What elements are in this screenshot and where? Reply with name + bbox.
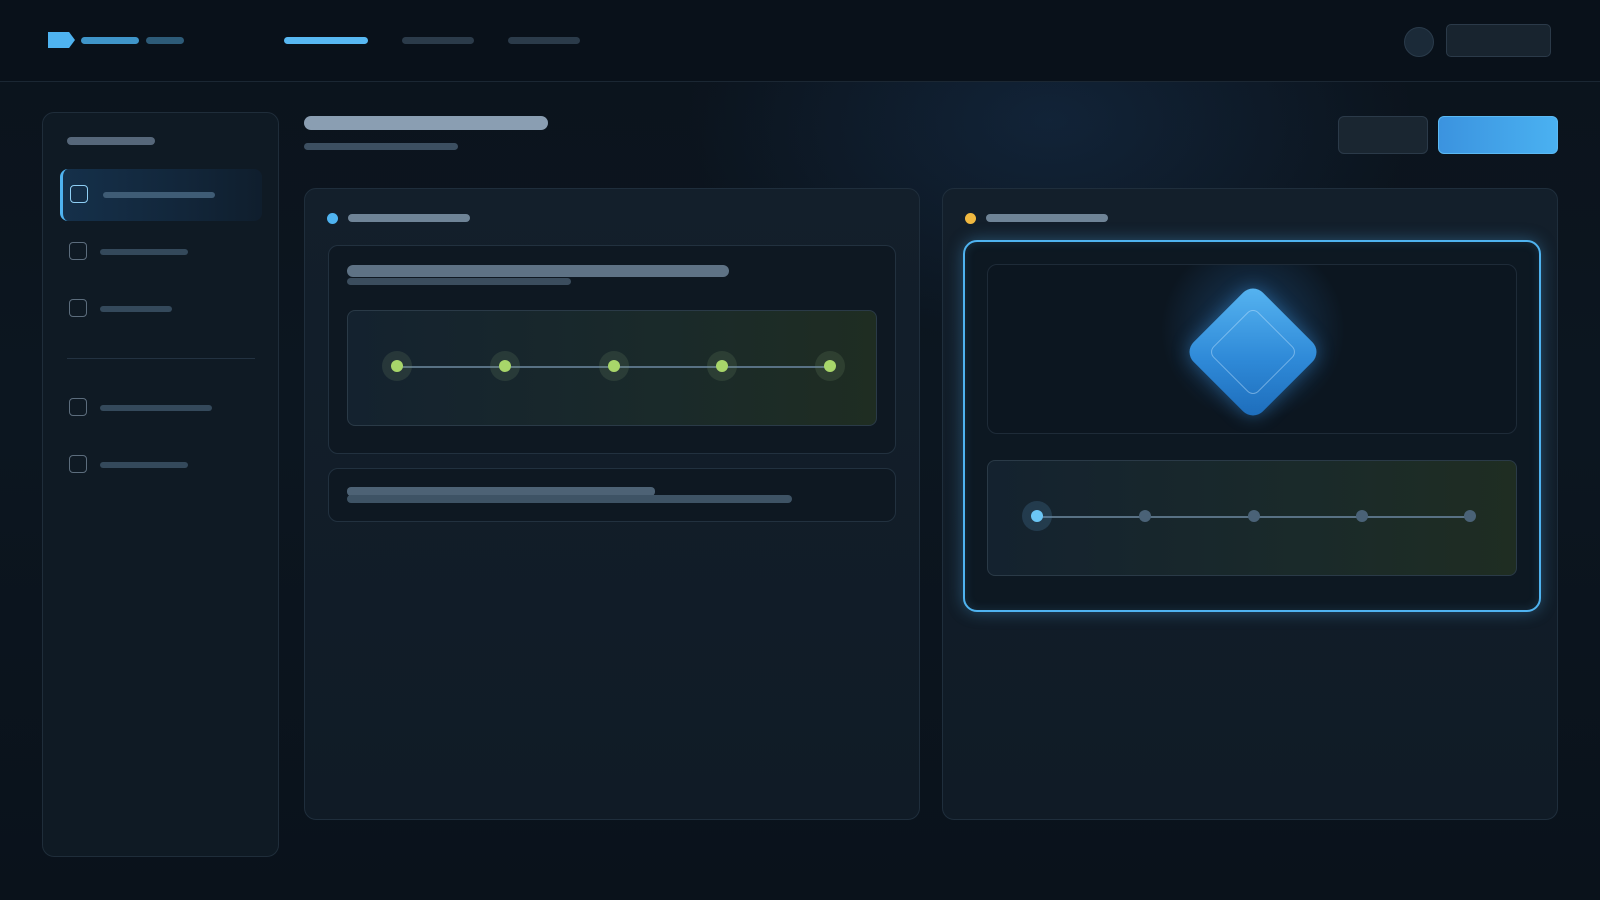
sidebar-item[interactable] [60,283,262,335]
sidebar-title-placeholder [67,137,155,145]
primary-action-button[interactable] [1438,116,1558,154]
sidebar-item-label-placeholder [103,192,215,198]
sidebar-item-label-placeholder [100,249,188,255]
progress-step-node[interactable] [715,360,728,372]
sidebar-item-label-placeholder [100,462,188,468]
panel-right [942,188,1558,820]
page-subtitle-placeholder [304,143,458,150]
checkbox-square-icon [70,185,88,203]
sidebar-item-label-placeholder [100,405,212,411]
progress-track [987,460,1517,576]
progress-step-node[interactable] [1355,510,1368,522]
nav-tab[interactable] [508,37,580,44]
logo-icon[interactable] [48,32,75,48]
card-subtitle-placeholder [347,495,792,503]
item-preview [987,264,1517,434]
panel-status-dot [965,213,976,224]
top-navigation-bar [0,0,1600,82]
sidebar-item[interactable] [60,382,262,434]
nav-tab[interactable] [402,37,474,44]
secondary-action-button[interactable] [1338,116,1428,154]
panel-status-dot [327,213,338,224]
progress-step-node[interactable] [1139,510,1152,522]
checkbox-square-icon [69,242,87,260]
checkbox-square-icon [69,455,87,473]
sidebar [42,112,279,857]
sidebar-divider [67,358,255,359]
progress-step-node[interactable] [824,360,836,372]
account-button[interactable] [1446,24,1551,57]
card-title-placeholder [347,265,729,277]
panel-title-placeholder [348,214,470,222]
sidebar-item-active[interactable] [60,169,262,221]
progress-step-node[interactable] [607,360,620,372]
task-card[interactable] [328,468,896,522]
diamond-inner-outline [1207,306,1299,398]
sidebar-item[interactable] [60,439,262,491]
panel-title-placeholder [986,214,1108,222]
progress-step-node[interactable] [1247,510,1260,522]
progress-step-node[interactable] [1464,510,1476,522]
checkbox-square-icon [69,299,87,317]
selected-item-card[interactable] [963,240,1541,612]
user-avatar-icon[interactable] [1404,27,1434,57]
page-title-placeholder [304,116,548,130]
nav-tab-active[interactable] [284,37,368,44]
logo-wordmark-secondary-placeholder [146,37,184,44]
sidebar-item-label-placeholder [100,306,172,312]
progress-step-node[interactable] [1031,510,1043,522]
sidebar-item[interactable] [60,226,262,278]
card-subtitle-placeholder [347,278,571,285]
checkbox-square-icon [69,398,87,416]
progress-track [347,310,877,426]
progress-step-node[interactable] [391,360,403,372]
panel-left [304,188,920,820]
task-card[interactable] [328,245,896,454]
logo-wordmark-placeholder [81,37,139,44]
